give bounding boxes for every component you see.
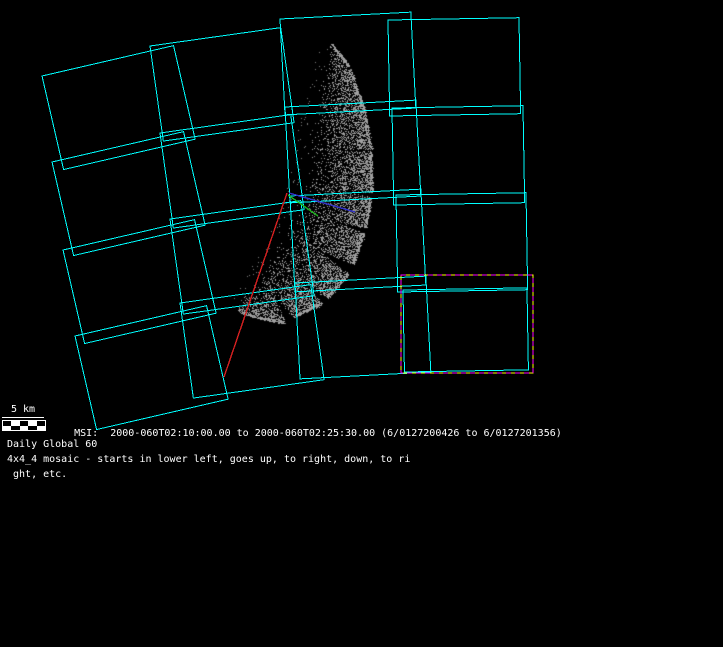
instrument-label: MSI:: [74, 428, 110, 439]
scale-bar-cell: [3, 426, 11, 431]
scale-bar-cell: [11, 426, 19, 431]
sclk-range: (6/0127200426 to 6/0127201356): [375, 428, 562, 439]
vector-red: [224, 193, 287, 377]
observation-time-range: 2000-060T02:10:00.00 to 2000-060T02:25:3…: [110, 428, 375, 439]
scale-bar-cell: [20, 426, 28, 431]
scale-bar-label: 5 km: [2, 404, 44, 418]
mosaic-description-line-2: ght, etc.: [7, 469, 67, 481]
msi-mosaic-viewer: 5 km MSI: 2000-060T02:10:00.00 to 2000-0…: [0, 0, 723, 647]
sequence-name: Daily Global 60: [7, 439, 97, 451]
mosaic-frame-r1c1: [42, 46, 195, 170]
mosaic-frame-r2c1: [52, 132, 205, 256]
status-line: MSI: 2000-060T02:10:00.00 to 2000-060T02…: [50, 416, 562, 452]
mosaic-frame-r1c3: [280, 12, 416, 115]
mosaic-frame-r3c1: [63, 220, 216, 344]
mosaic-frame-r4c4: [403, 288, 528, 372]
mosaic-frame-r3c2: [170, 201, 314, 314]
mosaic-frame-r4c2: [180, 285, 324, 398]
mosaic-frame-r1c4: [388, 18, 521, 116]
scale-bar-cell: [28, 426, 36, 431]
mosaic-description-line-1: 4x4_4 mosaic - starts in lower left, goe…: [7, 454, 410, 466]
scale-bar-checker: [2, 420, 46, 431]
mosaic-frame-r4c1: [75, 306, 228, 430]
vector-green: [288, 195, 318, 216]
mosaic-footprint-plot: [0, 0, 723, 647]
scale-bar-cell: [37, 426, 45, 431]
